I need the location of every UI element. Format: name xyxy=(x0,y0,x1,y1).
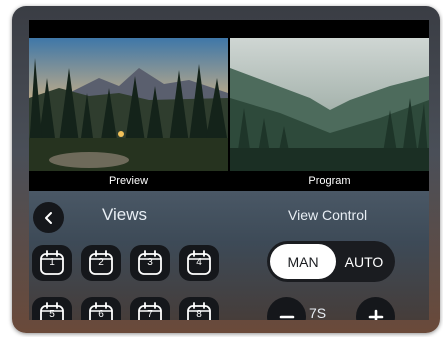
back-button[interactable] xyxy=(33,202,64,233)
top-bar xyxy=(29,20,429,38)
mode-man-option[interactable]: MAN xyxy=(270,244,336,279)
screen: Preview Program Views View Control 1 2 3… xyxy=(29,20,429,320)
view-button-label: 7 xyxy=(147,309,153,320)
preview-monitor[interactable] xyxy=(29,38,228,171)
view-button-8[interactable]: 8 xyxy=(179,297,219,320)
program-label-bar: Program xyxy=(230,171,429,191)
view-button-1[interactable]: 1 xyxy=(32,245,72,281)
preview-label: Preview xyxy=(108,175,149,187)
view-button-2[interactable]: 2 xyxy=(81,245,121,281)
program-monitor[interactable] xyxy=(230,38,429,171)
mode-toggle[interactable]: MAN AUTO xyxy=(267,241,395,282)
decrease-interval-button[interactable] xyxy=(267,297,306,320)
view-button-3[interactable]: 3 xyxy=(130,245,170,281)
control-panel: Views View Control 1 2 3 4 5 6 7 8 MAN A… xyxy=(29,191,429,320)
view-button-5[interactable]: 5 xyxy=(32,297,72,320)
view-button-4[interactable]: 4 xyxy=(179,245,219,281)
view-control-title: View Control xyxy=(288,207,368,223)
view-button-label: 4 xyxy=(196,257,202,268)
view-button-label: 3 xyxy=(147,257,153,268)
minus-icon xyxy=(279,315,294,318)
preview-label-bar: Preview xyxy=(29,171,228,191)
plus-icon xyxy=(368,309,383,320)
interval-value: 7S xyxy=(309,305,327,320)
view-button-label: 6 xyxy=(98,309,104,320)
view-button-label: 5 xyxy=(49,309,55,320)
program-image xyxy=(230,38,429,171)
chevron-left-icon xyxy=(44,211,52,224)
program-label: Program xyxy=(308,175,351,187)
views-title: Views xyxy=(102,205,148,224)
view-button-label: 8 xyxy=(196,309,202,320)
view-button-label: 2 xyxy=(98,257,104,268)
view-button-label: 1 xyxy=(49,257,55,268)
view-button-7[interactable]: 7 xyxy=(130,297,170,320)
preview-image xyxy=(29,38,228,171)
mode-auto-option[interactable]: AUTO xyxy=(336,244,392,279)
view-button-6[interactable]: 6 xyxy=(81,297,121,320)
increase-interval-button[interactable] xyxy=(356,297,395,320)
